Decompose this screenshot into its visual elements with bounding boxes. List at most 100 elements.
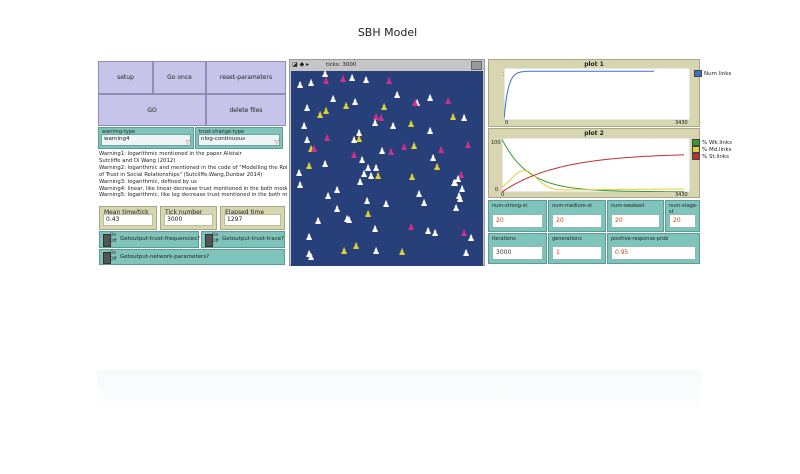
plot-1: plot 1 3160 0 0 3430 Num links	[488, 59, 731, 127]
positive-response-prob-label: positive-response-prob	[611, 236, 669, 242]
delete-files-button[interactable]: delete files	[206, 94, 286, 126]
agent-person-icon: ♟	[339, 75, 348, 85]
agent-person-icon: ♟	[407, 223, 416, 233]
tick-number-monitor: Tick number 3000	[160, 206, 217, 230]
num-weakest-input[interactable]: num-weakest 20	[607, 200, 664, 232]
num-stage-st-input[interactable]: num-stage-st 20	[665, 200, 700, 232]
agent-person-icon: ♟	[374, 172, 383, 182]
agent-person-icon: ♟	[393, 91, 402, 101]
trust-trace-label: Getoutput-trust-trace?	[222, 236, 284, 242]
num-stage-st-value[interactable]: 20	[669, 214, 696, 228]
setup-button[interactable]: setup	[98, 61, 153, 94]
interface-reflection	[97, 370, 701, 410]
chooser-arrow-icon: ▽	[274, 139, 279, 146]
legend-item: % St.links	[692, 153, 732, 160]
trust-trace-switch[interactable]: On Off Getoutput-trust-trace?	[201, 231, 285, 248]
ticks-counter: ticks: 3000	[326, 62, 357, 68]
agent-person-icon: ♟	[424, 227, 433, 237]
legend-swatch	[694, 70, 702, 77]
agent-person-icon: ♟	[356, 178, 365, 188]
positive-response-prob-input[interactable]: positive-response-prob 0.95	[607, 233, 700, 264]
legend-swatch	[692, 153, 700, 160]
go-button[interactable]: GO	[98, 94, 206, 126]
agent-person-icon: ♟	[296, 81, 305, 91]
iterations-value[interactable]: 3000	[492, 246, 543, 260]
note-line: Sutcliffe and Di Wang (2012)	[99, 157, 176, 164]
agent-person-icon: ♟	[363, 197, 372, 207]
go-once-button[interactable]: Go once	[153, 61, 206, 94]
agent-person-icon: ♟	[411, 99, 420, 109]
plot-2-title: plot 2	[584, 130, 604, 137]
chooser-arrow-icon: ▽	[185, 139, 190, 146]
agent-person-icon: ♟	[329, 95, 338, 105]
world-canvas[interactable]: ♟ ♟ ♟ ♟ ♟ ♟ ♟ ♟ ♟ ♟ ♟ ♟ ♟ ♟ ♟ ♟ ♟ ♟ ♟ ♟ ♟ ♟ ♟ ♟ ♟ ♟ ♟ ♟ ♟ ♟ ♟ ♟ ♟ ♟ ♟ ♟ ♟ ♟ ♟ ♟…	[291, 71, 483, 266]
model-title: SBH Model	[357, 26, 418, 39]
legend-label: Num links	[704, 70, 732, 77]
trust-change-type-chooser[interactable]: trust-change-type nlog-continuous ▽	[195, 127, 283, 149]
network-parameters-label: Getoutput-network-parameters?	[120, 254, 210, 260]
agent-person-icon: ♟	[408, 173, 417, 183]
iterations-label: iterations	[492, 236, 516, 242]
view-toolbar: ◪ ◆ ▸ ticks: 3000	[290, 60, 484, 70]
plot-2-xmin: 0	[501, 192, 505, 198]
plot-1-xmin: 0	[505, 120, 509, 126]
warning-type-chooser[interactable]: warning-type warning4 ▽	[98, 127, 194, 149]
agent-person-icon: ♟	[324, 192, 333, 202]
legend-swatch	[692, 139, 700, 146]
agent-person-icon: ♟	[420, 199, 429, 209]
generations-value[interactable]: 1	[552, 246, 602, 260]
agent-person-icon: ♟	[398, 248, 407, 258]
agent-person-icon: ♟	[426, 127, 435, 137]
plot-2-ymin: 0	[495, 187, 499, 193]
num-strong-st-value[interactable]: 20	[492, 214, 543, 228]
agent-person-icon: ♟	[382, 200, 391, 210]
agent-person-icon: ♟	[364, 210, 373, 220]
agent-person-icon: ♟	[426, 94, 435, 104]
agent-person-icon: ♟	[467, 234, 476, 244]
agent-person-icon: ♟	[305, 162, 314, 172]
note-line: Warning5: logarithmic, like log decrease…	[99, 192, 287, 199]
trust-change-type-value: nlog-continuous	[198, 134, 280, 146]
agent-person-icon: ♟	[460, 114, 469, 124]
num-medium-st-input[interactable]: num-medium-st 20	[548, 200, 606, 232]
expand-view-icon[interactable]	[471, 61, 482, 70]
trust-frequencies-switch[interactable]: On Off Getoutput-trust-frequencies?	[99, 231, 200, 248]
legend-label: % Wk.links	[702, 139, 732, 146]
num-medium-st-value[interactable]: 20	[552, 214, 602, 228]
warning-type-value: warning4	[101, 134, 191, 146]
agent-person-icon: ♟	[305, 233, 314, 243]
agent-person-icon: ♟	[352, 242, 361, 252]
network-parameters-switch[interactable]: On Off Getoutput-network-parameters?	[99, 249, 285, 265]
agent-person-icon: ♟	[410, 142, 419, 152]
view-controls-icon[interactable]: ◪ ◆ ▸	[292, 60, 309, 70]
plot-2-xmax: 3430	[675, 192, 688, 198]
agent-person-icon: ♟	[380, 103, 389, 113]
plot-2-area	[502, 138, 690, 192]
agent-person-icon: ♟	[371, 119, 380, 129]
agent-person-icon: ♟	[449, 113, 458, 123]
elapsed-time-monitor: Elapsed time 1297	[220, 206, 285, 230]
legend-item: % Wk.links	[692, 139, 732, 146]
generations-input[interactable]: generations 1	[548, 233, 606, 264]
plot-1-area	[504, 68, 690, 120]
world-view[interactable]: ◪ ◆ ▸ ticks: 3000 ♟ ♟ ♟ ♟ ♟ ♟ ♟ ♟ ♟ ♟ ♟ ♟ ♟ ♟ ♟ ♟ ♟ ♟ ♟ ♟ ♟ ♟…	[289, 59, 485, 266]
plot-1-xmax: 3430	[675, 120, 688, 126]
agent-person-icon: ♟	[310, 145, 319, 155]
reset-parameters-button[interactable]: reset-parameters	[206, 61, 286, 94]
legend-item: % Md.links	[692, 146, 732, 153]
agent-person-icon: ♟	[323, 134, 332, 144]
generations-label: generations	[552, 236, 582, 242]
agent-person-icon: ♟	[462, 249, 471, 259]
agent-person-icon: ♟	[371, 225, 380, 235]
positive-response-prob-value[interactable]: 0.95	[611, 246, 696, 260]
agent-person-icon: ♟	[321, 160, 330, 170]
agent-person-icon: ♟	[364, 164, 373, 174]
agent-person-icon: ♟	[433, 163, 442, 173]
agent-person-icon: ♟	[295, 169, 304, 179]
num-weakest-value[interactable]: 20	[611, 214, 660, 228]
iterations-input[interactable]: iterations 3000	[488, 233, 547, 264]
num-strong-st-input[interactable]: num-strong-st 20	[488, 200, 547, 232]
legend-label: % St.links	[702, 153, 729, 160]
on-off-label: On Off	[110, 233, 117, 244]
agent-person-icon: ♟	[303, 104, 312, 114]
